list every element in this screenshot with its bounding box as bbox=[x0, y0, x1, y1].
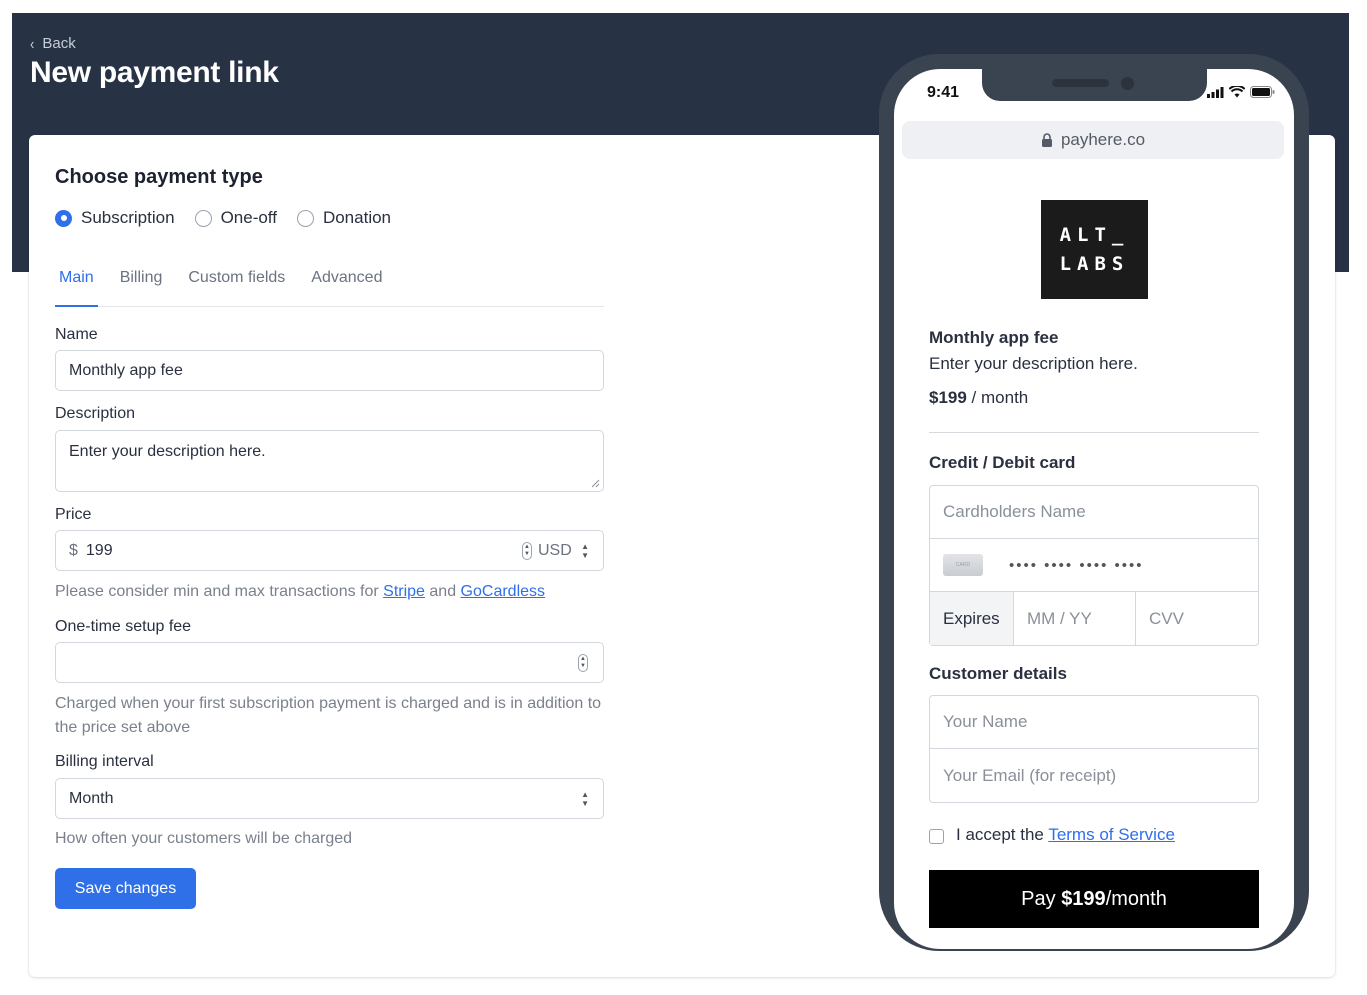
form-tabs: Main Billing Custom fields Advanced bbox=[55, 266, 604, 307]
radio-label: Subscription bbox=[81, 208, 175, 227]
url-text: payhere.co bbox=[1060, 130, 1146, 149]
billing-interval-help: How often your customers will be charged bbox=[55, 830, 353, 847]
radio-unchecked-icon[interactable] bbox=[194, 209, 212, 227]
name-label: Name bbox=[55, 326, 98, 343]
billing-interval-value: Month bbox=[69, 789, 114, 807]
cvv-input[interactable]: CVV bbox=[1136, 592, 1258, 645]
expiry-row: Expires MM / YY CVV bbox=[930, 592, 1258, 645]
radio-unchecked-icon[interactable] bbox=[296, 209, 314, 227]
price-help-and: and bbox=[424, 583, 461, 600]
customer-email-input[interactable]: Your Email (for receipt) bbox=[930, 749, 1258, 802]
logo-line1: ALT_ bbox=[1059, 223, 1130, 246]
pay-button[interactable]: Pay $199/month bbox=[929, 870, 1259, 928]
name-value: Monthly app fee bbox=[69, 361, 183, 379]
product-description: Enter your description here. bbox=[929, 354, 1138, 373]
card-fields: Cardholders Name CARD •••• •••• •••• •••… bbox=[929, 485, 1259, 646]
currency-symbol: $ bbox=[69, 541, 78, 559]
wifi-icon bbox=[1229, 86, 1245, 98]
gocardless-link[interactable]: GoCardless bbox=[461, 583, 545, 600]
alt-labs-logo: ALT_ LABS bbox=[1041, 200, 1148, 299]
card-number-input[interactable]: CARD •••• •••• •••• •••• bbox=[930, 539, 1258, 592]
cardholder-name-input[interactable]: Cardholders Name bbox=[930, 486, 1258, 539]
radio-checked-icon[interactable] bbox=[55, 209, 72, 227]
tab-advanced[interactable]: Advanced bbox=[307, 266, 386, 307]
status-icons bbox=[1207, 86, 1275, 98]
tab-billing[interactable]: Billing bbox=[116, 266, 167, 307]
chevron-left-icon: ‹ bbox=[30, 34, 35, 53]
currency-chevron-icon: ▲ ▼ bbox=[581, 542, 589, 560]
currency-select[interactable]: USD bbox=[538, 542, 572, 560]
price-period: / month bbox=[966, 388, 1029, 407]
card-section-title: Credit / Debit card bbox=[929, 453, 1076, 472]
radio-label: One-off bbox=[220, 208, 277, 227]
divider bbox=[929, 432, 1259, 433]
speaker-icon bbox=[1052, 79, 1109, 87]
tab-main[interactable]: Main bbox=[55, 266, 98, 307]
customer-name-input[interactable]: Your Name bbox=[930, 696, 1258, 749]
setup-fee-label: One-time setup fee bbox=[55, 618, 192, 635]
radio-subscription[interactable]: Subscription bbox=[55, 208, 175, 228]
terms-text: I accept the Terms of Service bbox=[956, 825, 1175, 845]
setup-fee-help: Charged when your first subscription pay… bbox=[55, 695, 602, 736]
radio-one-off[interactable]: One-off bbox=[194, 208, 277, 228]
terms-checkbox[interactable] bbox=[929, 829, 944, 844]
cardholder-placeholder: Cardholders Name bbox=[943, 502, 1086, 521]
back-label: Back bbox=[42, 35, 76, 52]
resize-grip-icon[interactable] bbox=[591, 479, 600, 488]
price-help: Please consider min and max transactions… bbox=[55, 580, 615, 604]
price-value: 199 bbox=[85, 541, 113, 559]
page-title: New payment link bbox=[30, 56, 279, 89]
price-help-text: Please consider min and max transactions… bbox=[55, 583, 384, 600]
payment-type-radios: Subscription One-off Donation bbox=[55, 208, 411, 228]
customer-email-placeholder: Your Email (for receipt) bbox=[943, 765, 1117, 785]
pay-amount: $199 bbox=[1061, 887, 1106, 910]
description-label: Description bbox=[55, 405, 136, 422]
product-price: $199 / month bbox=[929, 388, 1028, 408]
product-name: Monthly app fee bbox=[929, 328, 1059, 347]
stripe-link[interactable]: Stripe bbox=[383, 583, 425, 600]
description-value: Enter your description here. bbox=[69, 443, 266, 460]
terms-prefix: I accept the bbox=[956, 825, 1049, 844]
back-link[interactable]: ‹ Back bbox=[30, 34, 76, 53]
price-label: Price bbox=[55, 506, 92, 523]
pay-suffix: /month bbox=[1105, 887, 1167, 910]
customer-fields: Your Name Your Email (for receipt) bbox=[929, 695, 1259, 803]
camera-icon bbox=[1121, 77, 1134, 90]
logo-line2: LABS bbox=[1059, 252, 1130, 275]
customer-name-placeholder: Your Name bbox=[943, 712, 1028, 731]
setup-fee-stepper-icon[interactable]: ▲ ▼ bbox=[578, 654, 588, 672]
description-textarea[interactable]: Enter your description here. bbox=[55, 430, 604, 492]
signal-icon bbox=[1207, 86, 1224, 98]
terms-link[interactable]: Terms of Service bbox=[1048, 825, 1175, 844]
pay-prefix: Pay bbox=[1021, 887, 1062, 910]
price-stepper-icon[interactable]: ▲ ▼ bbox=[522, 542, 532, 560]
credit-card-icon: CARD bbox=[943, 554, 983, 576]
customer-section-title: Customer details bbox=[929, 664, 1067, 683]
battery-icon bbox=[1250, 86, 1275, 98]
radio-donation[interactable]: Donation bbox=[296, 208, 392, 228]
tab-custom-fields[interactable]: Custom fields bbox=[184, 266, 289, 307]
url-bar[interactable]: payhere.co bbox=[902, 121, 1284, 159]
price-amount: $199 bbox=[929, 388, 967, 407]
billing-interval-label: Billing interval bbox=[55, 753, 154, 770]
expires-label: Expires bbox=[930, 592, 1014, 645]
card-number-placeholder: •••• •••• •••• •••• bbox=[1009, 556, 1144, 574]
name-input[interactable]: Monthly app fee bbox=[55, 350, 604, 391]
save-button[interactable]: Save changes bbox=[55, 868, 196, 909]
select-chevron-icon: ▲ ▼ bbox=[581, 790, 589, 808]
radio-label: Donation bbox=[322, 208, 392, 227]
setup-fee-input[interactable]: ▲ ▼ bbox=[55, 642, 604, 683]
status-time: 9:41 bbox=[927, 84, 960, 101]
section-title: Choose payment type bbox=[55, 166, 263, 188]
billing-interval-select[interactable]: Month ▲ ▼ bbox=[55, 778, 604, 819]
lock-icon bbox=[1041, 133, 1052, 147]
price-input[interactable]: $ 199 ▲ ▼ USD ▲ ▼ bbox=[55, 530, 604, 571]
expiry-input[interactable]: MM / YY bbox=[1014, 592, 1136, 645]
